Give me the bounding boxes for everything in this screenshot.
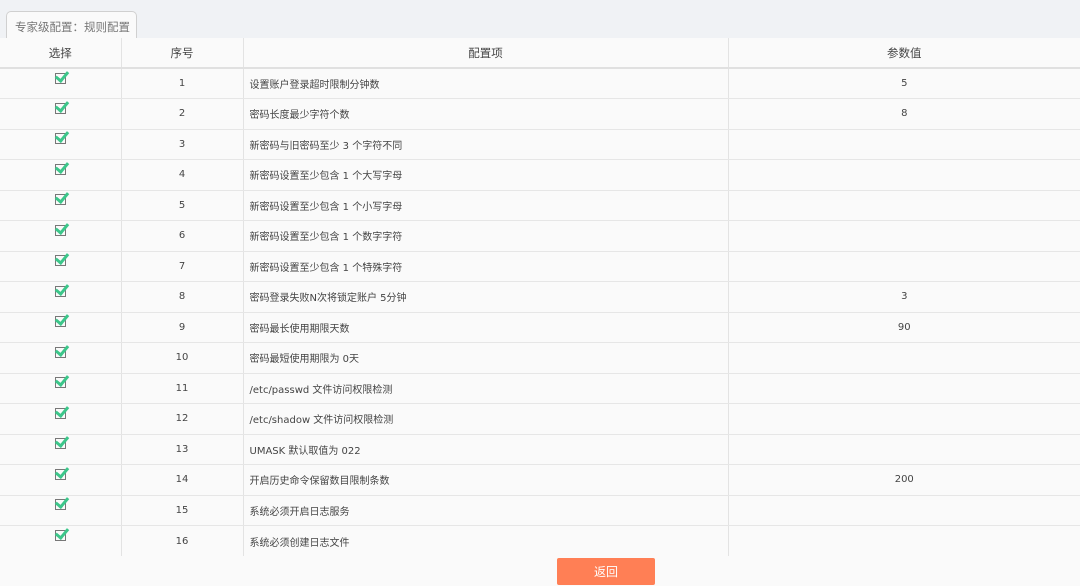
row-number: 7 (121, 251, 244, 282)
table-row: 8 密码登录失败N次将锁定账户 5分钟 3 (0, 281, 1080, 313)
table-row: 11 /etc/passwd 文件访问权限检测 (0, 373, 1080, 404)
row-item: 设置账户登录超时限制分钟数 (243, 68, 729, 99)
table-row: 3 新密码与旧密码至少 3 个字符不同 (0, 129, 1080, 160)
row-item: 密码最长使用期限天数 (243, 312, 729, 343)
row-value (728, 434, 1080, 465)
checkbox-checked-icon[interactable] (54, 377, 66, 389)
row-item: 密码最短使用期限为 0天 (243, 342, 729, 374)
table-row: 1 设置账户登录超时限制分钟数 5 (0, 68, 1080, 99)
tab-rule-config[interactable]: 专家级配置：规则配置 (6, 11, 137, 39)
row-value: 8 (728, 98, 1080, 130)
rules-panel: 选择 序号 配置项 参数值 1 设置账户登录超时限制分钟数 5 2 密码长度最少… (0, 38, 1080, 586)
row-value: 90 (728, 312, 1080, 343)
checkbox-checked-icon[interactable] (54, 72, 66, 84)
row-number: 10 (121, 342, 244, 374)
checkbox-checked-icon[interactable] (54, 530, 66, 541)
row-number: 11 (121, 373, 244, 404)
row-item: UMASK 默认取值为 022 (243, 434, 729, 465)
back-button[interactable]: 返回 (557, 558, 655, 585)
row-item: 新密码设置至少包含 1 个特殊字符 (243, 251, 729, 282)
table-row: 9 密码最长使用期限天数 90 (0, 312, 1080, 343)
row-item: 新密码设置至少包含 1 个小写字母 (243, 190, 729, 221)
row-number: 4 (121, 159, 244, 191)
row-value (728, 190, 1080, 221)
row-item: 系统必须创建日志文件 (243, 525, 729, 556)
row-item: 密码长度最少字符个数 (243, 98, 729, 130)
table-row: 7 新密码设置至少包含 1 个特殊字符 (0, 251, 1080, 282)
table-row: 15 系统必须开启日志服务 (0, 495, 1080, 526)
row-number: 12 (121, 403, 244, 435)
row-value (728, 495, 1080, 526)
row-item: 开启历史命令保留数目限制条数 (243, 464, 729, 496)
checkbox-checked-icon[interactable] (54, 316, 66, 328)
row-number: 1 (121, 68, 244, 99)
row-value (728, 251, 1080, 282)
col-item: 配置项 (243, 38, 729, 69)
row-item: 新密码设置至少包含 1 个数字字符 (243, 220, 729, 252)
row-value: 3 (728, 281, 1080, 313)
col-number: 序号 (121, 38, 244, 69)
table-row: 16 系统必须创建日志文件 (0, 525, 1080, 557)
checkbox-checked-icon[interactable] (54, 499, 66, 511)
row-value (728, 373, 1080, 404)
row-number: 16 (121, 525, 244, 556)
row-value (728, 526, 1080, 557)
row-value (728, 159, 1080, 191)
checkbox-checked-icon[interactable] (54, 438, 66, 450)
table-header: 选择 序号 配置项 参数值 (0, 38, 1080, 69)
checkbox-checked-icon[interactable] (54, 102, 66, 114)
row-item: /etc/shadow 文件访问权限检测 (243, 403, 729, 435)
row-number: 5 (121, 190, 244, 221)
table-row: 2 密码长度最少字符个数 8 (0, 98, 1080, 130)
row-item: 新密码设置至少包含 1 个大写字母 (243, 159, 729, 191)
table-row: 13 UMASK 默认取值为 022 (0, 434, 1080, 465)
row-number: 14 (121, 464, 244, 496)
table-row: 4 新密码设置至少包含 1 个大写字母 (0, 159, 1080, 191)
checkbox-checked-icon[interactable] (54, 468, 66, 480)
col-select: 选择 (0, 38, 122, 69)
checkbox-checked-icon[interactable] (54, 285, 66, 297)
checkbox-checked-icon[interactable] (54, 346, 66, 358)
row-value: 200 (728, 464, 1080, 496)
row-number: 8 (121, 281, 244, 313)
checkbox-checked-icon[interactable] (54, 194, 66, 206)
checkbox-checked-icon[interactable] (54, 407, 66, 419)
row-item: 密码登录失败N次将锁定账户 5分钟 (243, 281, 729, 313)
row-value (728, 129, 1080, 160)
rules-table: 选择 序号 配置项 参数值 1 设置账户登录超时限制分钟数 5 2 密码长度最少… (0, 38, 1080, 556)
row-number: 15 (121, 495, 244, 526)
row-value: 5 (728, 68, 1080, 99)
table-row: 5 新密码设置至少包含 1 个小写字母 (0, 190, 1080, 221)
table-row: 10 密码最短使用期限为 0天 (0, 342, 1080, 374)
checkbox-checked-icon[interactable] (54, 133, 66, 145)
row-value (728, 220, 1080, 252)
row-value (728, 342, 1080, 374)
col-value: 参数值 (728, 38, 1080, 69)
checkbox-checked-icon[interactable] (54, 224, 66, 236)
checkbox-checked-icon[interactable] (54, 163, 66, 175)
row-value (728, 403, 1080, 435)
row-item: 系统必须开启日志服务 (243, 495, 729, 526)
row-item: /etc/passwd 文件访问权限检测 (243, 373, 729, 404)
row-number: 6 (121, 220, 244, 252)
checkbox-checked-icon[interactable] (54, 255, 66, 267)
table-row: 12 /etc/shadow 文件访问权限检测 (0, 403, 1080, 435)
table-row: 6 新密码设置至少包含 1 个数字字符 (0, 220, 1080, 252)
row-number: 13 (121, 434, 244, 465)
row-number: 2 (121, 98, 244, 130)
table-row: 14 开启历史命令保留数目限制条数 200 (0, 464, 1080, 496)
row-number: 9 (121, 312, 244, 343)
row-item: 新密码与旧密码至少 3 个字符不同 (243, 129, 729, 160)
row-number: 3 (121, 129, 244, 160)
